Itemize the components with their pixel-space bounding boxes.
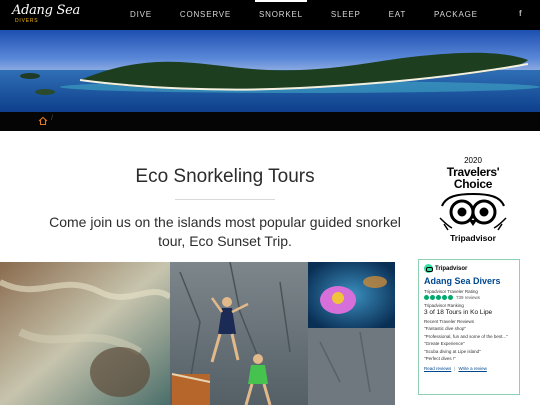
title-divider <box>175 199 275 200</box>
award-brand: Tripadvisor <box>450 233 496 243</box>
breadcrumb-separator: / <box>51 115 53 122</box>
ta-header: Tripadvisor <box>424 264 514 273</box>
top-navbar: Adang Sea DIVERS DIVE CONSERVE SNORKEL S… <box>0 0 540 30</box>
ta-rating-label: Tripadvisor Traveler Rating <box>424 289 478 294</box>
menu-item-conserve[interactable]: CONSERVE <box>180 0 231 30</box>
rating-bubble-icon <box>442 295 447 300</box>
breadcrumb: / <box>0 112 540 131</box>
home-icon[interactable] <box>38 116 48 126</box>
ta-recent-label: Recent Traveler Reviews <box>424 319 475 324</box>
main-menu: DIVE CONSERVE SNORKEL SLEEP EAT PACKAGE <box>130 0 506 30</box>
tripadvisor-widget: Tripadvisor Adang Sea Divers Tripadvisor… <box>418 259 520 395</box>
page-title: Eco Snorkeling Tours <box>135 166 315 187</box>
award-title-line2: Choice <box>453 177 493 191</box>
ta-business-link[interactable]: Adang Sea Divers <box>424 276 514 286</box>
rating-bubble-icon <box>436 295 441 300</box>
menu-item-sleep[interactable]: SLEEP <box>331 0 361 30</box>
write-review-link[interactable]: Write a review <box>458 366 486 371</box>
tripadvisor-logo-icon <box>424 264 433 273</box>
menu-item-snorkel[interactable]: SNORKEL <box>255 0 307 30</box>
ta-quote[interactable]: "Fantastic dive shop" <box>424 326 514 332</box>
ta-brand: Tripadvisor <box>435 265 468 272</box>
travelers-choice-award[interactable]: 2020 Travelers' Choice Tripadvisor <box>430 156 516 246</box>
read-reviews-link[interactable]: Read reviews <box>424 366 451 371</box>
tripadvisor-owl-icon <box>439 192 507 231</box>
hero-banner-image <box>0 30 540 112</box>
ta-quote[interactable]: "Scuba diving at Lipe island" <box>424 349 514 355</box>
logo-script-text: Adang Sea <box>12 3 80 18</box>
intro-text: Come join us on the islands most popular… <box>49 214 401 249</box>
site-logo[interactable]: Adang Sea DIVERS <box>12 3 80 27</box>
facebook-icon[interactable]: f <box>519 9 522 18</box>
ta-quote[interactable]: "Perfect dives !" <box>424 356 514 362</box>
logo-sub-text: DIVERS <box>15 18 39 24</box>
rating-bubble-icon <box>424 295 429 300</box>
rating-bubble-icon <box>448 295 453 300</box>
ta-quote[interactable]: "Professional, fun and some of the best.… <box>424 334 514 340</box>
award-year: 2020 <box>464 156 482 165</box>
ta-review-count[interactable]: 739 reviews <box>456 295 480 300</box>
ta-links: Read reviews | Write a review <box>424 366 514 371</box>
ta-quote[interactable]: "Greate Experience" <box>424 341 514 347</box>
rating-bubble-icon <box>430 295 435 300</box>
menu-item-package[interactable]: PACKAGE <box>434 0 478 30</box>
menu-item-dive[interactable]: DIVE <box>130 0 152 30</box>
link-divider: | <box>454 365 456 371</box>
ta-rating: 739 reviews <box>424 295 514 300</box>
menu-item-eat[interactable]: EAT <box>389 0 406 30</box>
ta-ranking-label: Tripadvisor Ranking <box>424 303 464 308</box>
snorkel-photo-collage <box>0 262 395 405</box>
ta-ranking[interactable]: 3 of 18 Tours in Ko Lipe <box>424 309 514 316</box>
